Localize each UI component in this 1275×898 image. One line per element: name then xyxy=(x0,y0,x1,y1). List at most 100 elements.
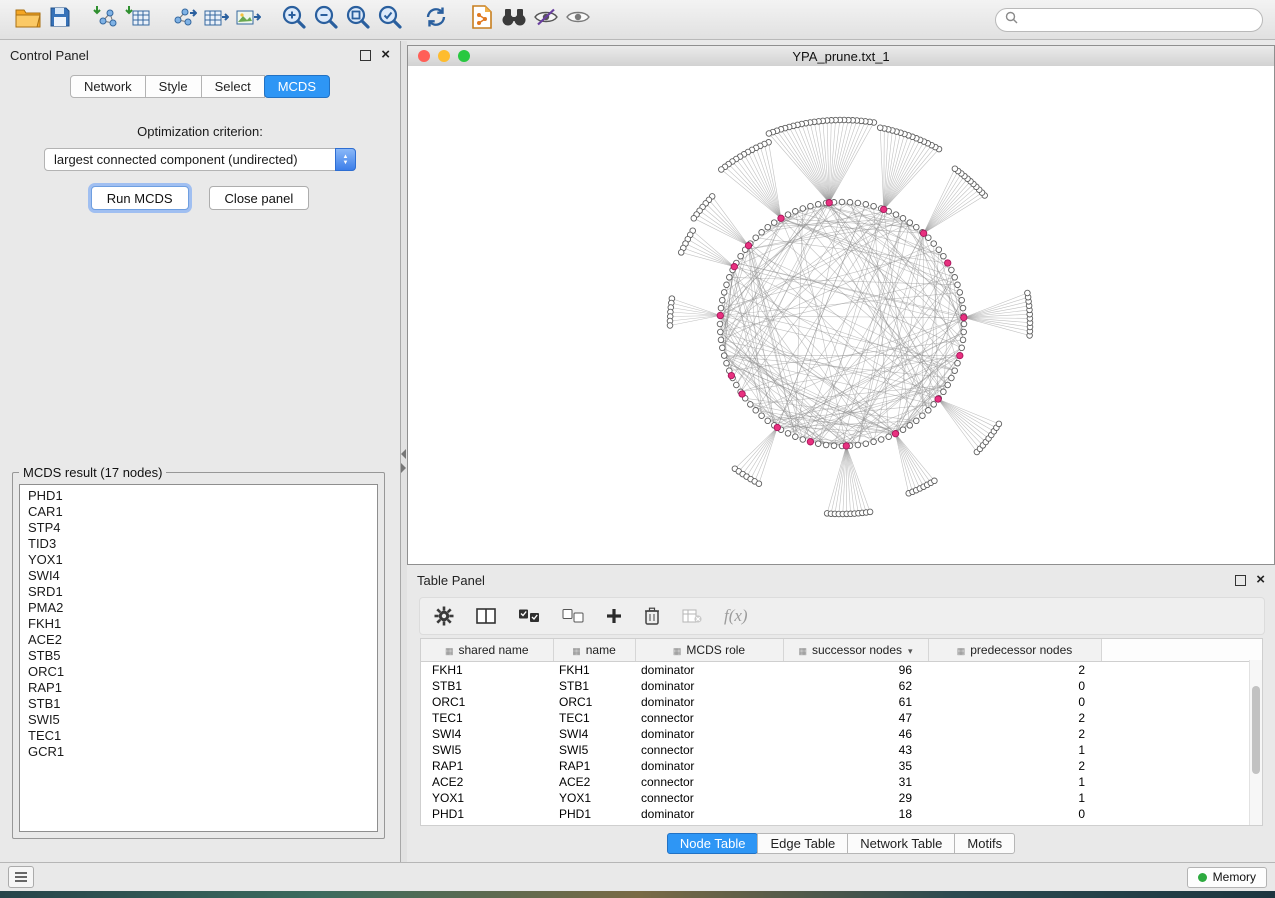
memory-label: Memory xyxy=(1213,870,1256,884)
open-file-button[interactable] xyxy=(12,4,44,36)
search-input[interactable] xyxy=(1023,11,1253,28)
share-document-button[interactable] xyxy=(466,4,498,36)
table-row[interactable]: SWI5SWI5connector431 xyxy=(421,742,1262,758)
dropdown-value: largest connected component (undirected) xyxy=(54,152,298,167)
table-row[interactable]: PHD1PHD1dominator180 xyxy=(421,806,1262,822)
tab-mcds[interactable]: MCDS xyxy=(264,75,330,98)
zoom-in-icon xyxy=(281,4,307,35)
run-mcds-button[interactable]: Run MCDS xyxy=(91,186,189,210)
table-settings-button[interactable] xyxy=(434,606,454,626)
result-item[interactable]: STB1 xyxy=(28,696,369,712)
export-network-icon xyxy=(171,5,197,34)
table-row[interactable]: RAP1RAP1dominator352 xyxy=(421,758,1262,774)
toolbar-search[interactable] xyxy=(995,8,1263,32)
column-header-MCDS-role[interactable]: ▦MCDS role xyxy=(635,639,783,662)
delete-column-button[interactable] xyxy=(644,607,660,625)
select-all-button[interactable] xyxy=(518,609,540,623)
result-item[interactable]: TEC1 xyxy=(28,728,369,744)
mcds-result-title: MCDS result (17 nodes) xyxy=(19,465,166,480)
table-row[interactable]: TEC1TEC1connector472 xyxy=(421,710,1262,726)
document-share-icon xyxy=(471,5,493,34)
zoom-out-button[interactable] xyxy=(310,4,342,36)
result-item[interactable]: PHD1 xyxy=(28,488,369,504)
scrollbar-thumb[interactable] xyxy=(1252,686,1260,774)
column-header-successor-nodes[interactable]: ▦successor nodes▾ xyxy=(783,639,928,662)
find-button[interactable] xyxy=(498,4,530,36)
import-table-button[interactable] xyxy=(122,4,154,36)
result-item[interactable]: TID3 xyxy=(28,536,369,552)
optimization-label: Optimization criterion: xyxy=(0,124,400,139)
zoom-fit-button[interactable] xyxy=(342,4,374,36)
table-row[interactable]: YOX1YOX1connector291 xyxy=(421,790,1262,806)
table-scrollbar[interactable] xyxy=(1249,660,1262,825)
column-header-predecessor-nodes[interactable]: ▦predecessor nodes xyxy=(928,639,1101,662)
collapse-right-icon[interactable] xyxy=(401,463,406,473)
result-item[interactable]: SWI4 xyxy=(28,568,369,584)
network-window: YPA_prune.txt_1 xyxy=(407,45,1275,565)
table-row[interactable]: SWI4SWI4dominator462 xyxy=(421,726,1262,742)
close-table-panel-icon[interactable]: × xyxy=(1256,575,1265,585)
result-item[interactable]: RAP1 xyxy=(28,680,369,696)
mcds-result-list: PHD1CAR1STP4TID3YOX1SWI4SRD1PMA2FKH1ACE2… xyxy=(19,484,378,832)
open-folder-icon xyxy=(15,6,41,33)
apply-layout-button[interactable] xyxy=(420,4,452,36)
tab-network-table[interactable]: Network Table xyxy=(847,833,955,854)
column-header-shared-name[interactable]: ▦shared name xyxy=(421,639,553,662)
save-session-button[interactable] xyxy=(44,4,76,36)
network-canvas xyxy=(408,66,1274,564)
tab-select[interactable]: Select xyxy=(201,75,265,98)
table-row[interactable]: ACE2ACE2connector311 xyxy=(421,774,1262,790)
dropdown-stepper-icon[interactable]: ▲ ▼ xyxy=(335,148,356,171)
result-item[interactable]: SWI5 xyxy=(28,712,369,728)
optimization-dropdown[interactable]: largest connected component (undirected)… xyxy=(44,148,356,171)
result-item[interactable]: FKH1 xyxy=(28,616,369,632)
show-columns-button[interactable] xyxy=(476,608,496,624)
desktop-wallpaper-strip xyxy=(0,891,1275,898)
import-network-button[interactable] xyxy=(90,4,122,36)
result-item[interactable]: ACE2 xyxy=(28,632,369,648)
export-table-button[interactable] xyxy=(200,4,232,36)
result-item[interactable]: YOX1 xyxy=(28,552,369,568)
menu-button[interactable] xyxy=(8,866,34,888)
table-panel: Table Panel × f(x) ▦shared name▦name▦MCD… xyxy=(407,566,1275,862)
zoom-selected-button[interactable] xyxy=(374,4,406,36)
show-annotations-button[interactable] xyxy=(562,4,594,36)
result-item[interactable]: STP4 xyxy=(28,520,369,536)
close-panel-button[interactable]: Close panel xyxy=(209,186,310,210)
refresh-icon xyxy=(424,5,448,34)
delete-table-button[interactable] xyxy=(682,609,702,623)
result-item[interactable]: CAR1 xyxy=(28,504,369,520)
select-all-icon xyxy=(518,609,540,623)
add-column-button[interactable] xyxy=(606,608,622,624)
table-row[interactable]: STB1STB1dominator620 xyxy=(421,678,1262,694)
eye-icon xyxy=(565,8,591,31)
hide-annotations-button[interactable] xyxy=(530,4,562,36)
float-table-panel-icon[interactable] xyxy=(1235,575,1246,586)
export-network-button[interactable] xyxy=(168,4,200,36)
collapse-left-icon[interactable] xyxy=(401,449,406,459)
tab-network[interactable]: Network xyxy=(70,75,146,98)
result-item[interactable]: ORC1 xyxy=(28,664,369,680)
export-image-button[interactable] xyxy=(232,4,264,36)
close-panel-icon[interactable]: × xyxy=(381,50,390,60)
table-row[interactable]: FKH1FKH1dominator962 xyxy=(421,662,1262,679)
result-item[interactable]: PMA2 xyxy=(28,600,369,616)
result-item[interactable]: GCR1 xyxy=(28,744,369,760)
column-header-name[interactable]: ▦name xyxy=(553,639,635,662)
zoom-in-button[interactable] xyxy=(278,4,310,36)
network-graph[interactable] xyxy=(408,66,1274,564)
deselect-all-button[interactable] xyxy=(562,609,584,623)
table-row[interactable]: ORC1ORC1dominator610 xyxy=(421,694,1262,710)
plus-icon xyxy=(606,608,622,624)
result-item[interactable]: STB5 xyxy=(28,648,369,664)
tab-motifs[interactable]: Motifs xyxy=(954,833,1015,854)
tab-edge-table[interactable]: Edge Table xyxy=(757,833,848,854)
network-titlebar[interactable]: YPA_prune.txt_1 xyxy=(408,46,1274,67)
result-item[interactable]: SRD1 xyxy=(28,584,369,600)
tab-node-table[interactable]: Node Table xyxy=(667,833,759,854)
zoom-fit-icon xyxy=(345,4,371,35)
function-builder-button[interactable]: f(x) xyxy=(724,606,748,626)
tab-style[interactable]: Style xyxy=(145,75,202,98)
float-panel-icon[interactable] xyxy=(360,50,371,61)
memory-button[interactable]: Memory xyxy=(1187,867,1267,888)
